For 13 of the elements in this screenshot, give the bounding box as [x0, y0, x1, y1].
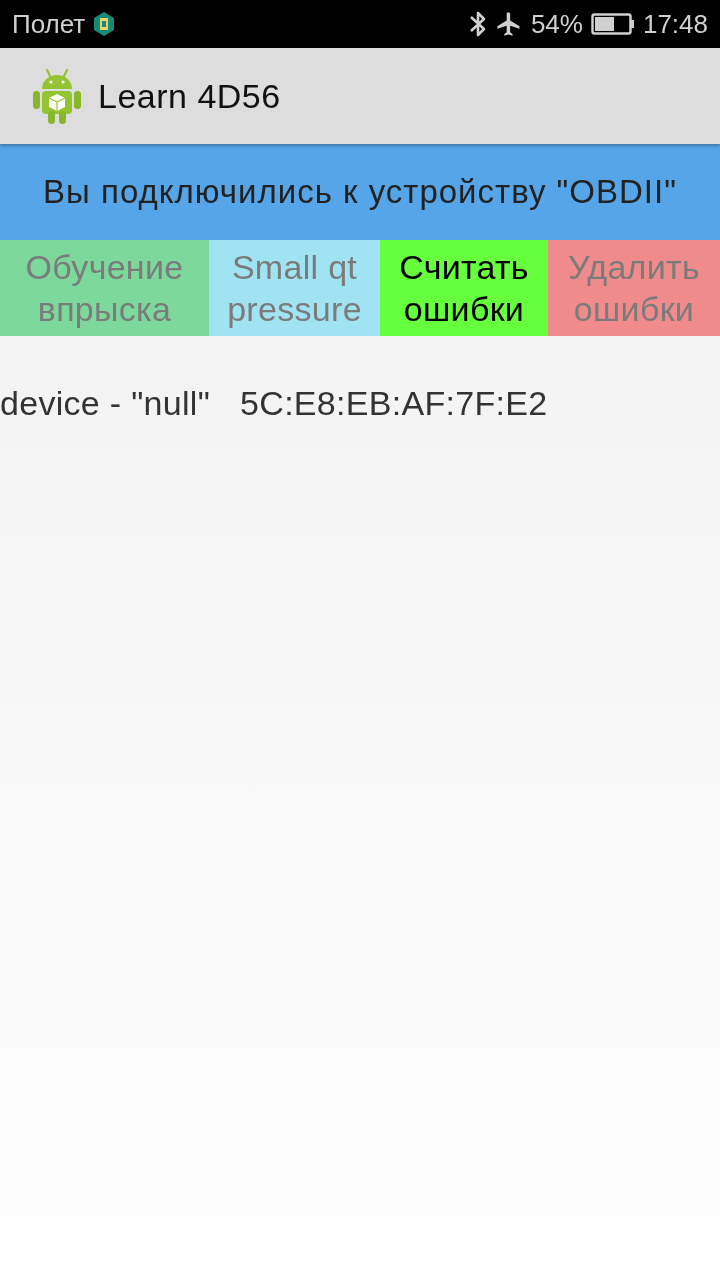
- airplane-icon: [494, 10, 523, 38]
- battery-icon: [590, 13, 635, 35]
- battery-percent: 54%: [530, 8, 583, 40]
- carrier-label: Полет: [12, 8, 86, 40]
- sim-card-icon: [93, 12, 116, 36]
- clock-time: 17:48: [642, 8, 708, 40]
- device-name[interactable]: device - "null": [0, 384, 211, 423]
- connection-banner: Вы подключились к устройству "OBDII": [0, 144, 720, 240]
- app-title: Learn 4D56: [98, 76, 281, 116]
- device-address[interactable]: 5C:E8:EB:AF:7F:E2: [240, 384, 548, 423]
- action-button[interactable]: Считать ошибки: [380, 240, 548, 336]
- bluetooth-icon: [468, 10, 487, 38]
- robot-icon: [32, 67, 82, 125]
